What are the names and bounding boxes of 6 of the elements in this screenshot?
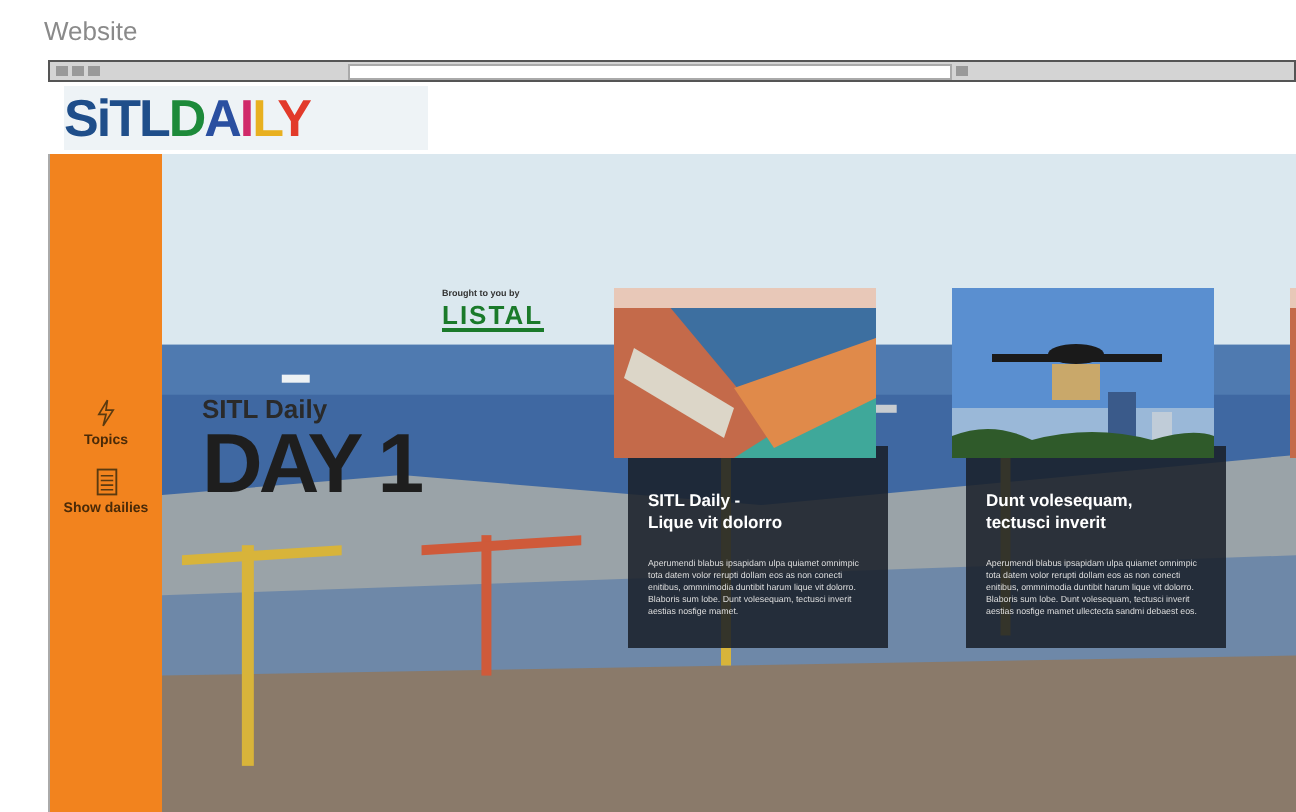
nav-button[interactable] [956, 66, 968, 76]
lightning-icon [95, 398, 116, 428]
document-icon [95, 468, 117, 496]
address-field[interactable] [348, 63, 952, 79]
logo: SiTLDAILY [64, 86, 428, 150]
page-title: Website [42, 14, 140, 50]
